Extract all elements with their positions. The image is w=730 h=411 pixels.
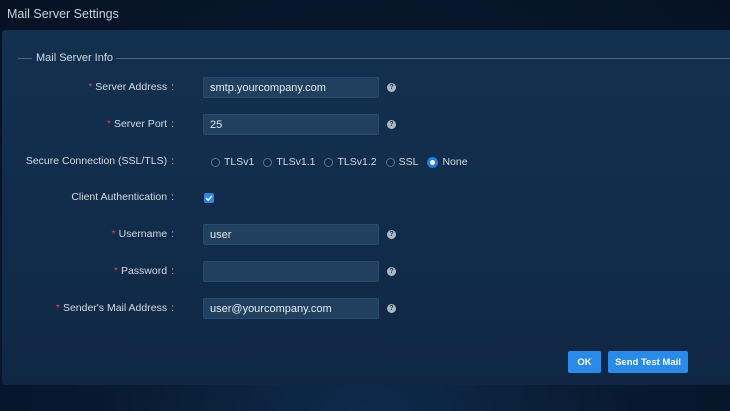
- secure-connection-label: Secure Connection (SSL/TLS):: [25, 155, 174, 167]
- ok-button[interactable]: OK: [568, 351, 601, 373]
- help-icon[interactable]: ?: [387, 304, 396, 313]
- send-test-mail-button[interactable]: Send Test Mail: [608, 351, 688, 373]
- required-mark: *: [88, 81, 93, 93]
- radio-tlsv1-1[interactable]: TLSv1.1: [263, 156, 315, 168]
- help-icon[interactable]: ?: [387, 83, 396, 92]
- radio-circle-selected[interactable]: [427, 156, 439, 168]
- radio-circle[interactable]: [263, 157, 273, 167]
- checkmark-icon: [205, 195, 213, 202]
- password-row: * Password: ?: [2, 261, 730, 283]
- required-mark: *: [113, 265, 118, 277]
- window-title: Mail Server Settings: [7, 7, 119, 21]
- radio-circle[interactable]: [324, 157, 334, 167]
- server-port-row: *Server Port: ?: [2, 114, 730, 136]
- radio-ssl[interactable]: SSL: [385, 156, 418, 168]
- help-icon[interactable]: ?: [387, 230, 396, 239]
- radio-circle[interactable]: [385, 157, 395, 167]
- fieldset-divider-right: [116, 58, 730, 59]
- section-legend: Mail Server Info: [36, 52, 114, 64]
- secure-connection-radio-group: TLSv1 TLSv1.1 TLSv1.2 SSL None: [211, 151, 477, 173]
- required-mark: *: [106, 118, 111, 130]
- help-icon[interactable]: ?: [387, 120, 396, 129]
- password-label: * Password:: [113, 265, 174, 277]
- sender-address-input[interactable]: [203, 298, 379, 319]
- radio-circle[interactable]: [211, 157, 220, 167]
- username-row: *Username: ?: [2, 224, 730, 246]
- required-mark: *: [55, 302, 60, 314]
- radio-none[interactable]: None: [427, 156, 468, 168]
- radio-tlsv1-2[interactable]: TLSv1.2: [324, 156, 377, 168]
- client-auth-row: Client Authentication:: [2, 187, 730, 209]
- sender-address-row: *Sender's Mail Address: ?: [2, 298, 730, 320]
- server-address-input[interactable]: [203, 77, 379, 98]
- sender-address-label: * Sender's Mail Address:: [55, 302, 174, 314]
- client-auth-checkbox[interactable]: [204, 193, 214, 203]
- radio-tlsv1[interactable]: TLSv1: [211, 156, 254, 168]
- server-port-input[interactable]: [203, 114, 379, 135]
- password-input[interactable]: [203, 261, 379, 282]
- username-label: * Username:: [111, 228, 174, 240]
- settings-panel: Mail Server Info *Server Address: ? *Ser…: [2, 30, 730, 385]
- secure-connection-row: Secure Connection (SSL/TLS): TLSv1 TLSv1…: [2, 151, 730, 173]
- help-icon[interactable]: ?: [387, 267, 396, 276]
- username-input[interactable]: [203, 224, 379, 245]
- server-port-label: * Server Port:: [106, 118, 174, 130]
- required-mark: *: [111, 228, 116, 240]
- client-auth-label: Client Authentication:: [71, 191, 174, 203]
- fieldset-divider-left: [18, 58, 32, 59]
- server-address-label: * Server Address:: [88, 81, 174, 93]
- server-address-row: *Server Address: ?: [2, 77, 730, 99]
